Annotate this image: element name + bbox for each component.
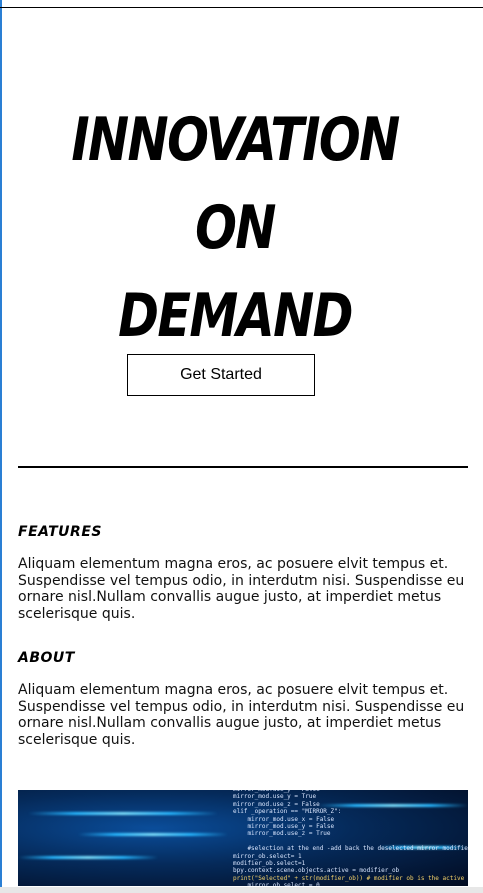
code-line: mirror_ob.select= 1 — [233, 852, 302, 860]
code-line: bpy.context.scene.objects.active = modif… — [233, 867, 400, 875]
code-line: mirror_mod.use_z = True — [233, 830, 331, 838]
hero-title-line-1: INNOVATION — [71, 105, 400, 175]
code-banner-image: mirror_mod.use_y = False mirror_mod.use_y… — [18, 790, 468, 886]
hero-title: INNOVATION ON DEMAND — [42, 96, 427, 360]
code-line: mirror_mod.use_z = False — [233, 800, 320, 808]
glow-streak — [28, 812, 218, 815]
code-line: elif _operation == "MIRROR_Z": — [233, 808, 342, 816]
code-line: mirror_mod.use_x = False — [233, 815, 335, 823]
about-heading: ABOUT — [18, 650, 75, 666]
code-snippet: mirror_mod.use_y = False mirror_mod.use_y… — [233, 790, 468, 886]
code-line: print("Selected" + str(modifier_ob)) # m… — [233, 874, 468, 882]
about-body: Aliquam elementum magna eros, ac posuere… — [18, 682, 465, 748]
top-rule — [0, 7, 483, 8]
left-edge-line — [0, 0, 2, 893]
glow-streak — [78, 833, 228, 836]
code-line: mirror_mod.use_y = True — [233, 793, 317, 801]
horizontal-scrollbar[interactable] — [0, 887, 483, 893]
code-line: mirror_ob.select = 0 — [233, 882, 320, 886]
code-line: modifier_ob.select=1 — [233, 860, 306, 868]
hero-title-line-2: ON — [195, 193, 276, 263]
features-heading: FEATURES — [18, 524, 102, 540]
glow-streak — [18, 856, 158, 859]
hero-title-line-3: DEMAND — [118, 281, 353, 351]
code-line: mirror_mod.use_y = False — [233, 823, 335, 831]
section-divider — [18, 466, 468, 468]
features-body: Aliquam elementum magna eros, ac posuere… — [18, 556, 465, 622]
get-started-button[interactable]: Get Started — [127, 354, 315, 396]
code-line: #selection at the end -add back the dese… — [247, 845, 468, 853]
